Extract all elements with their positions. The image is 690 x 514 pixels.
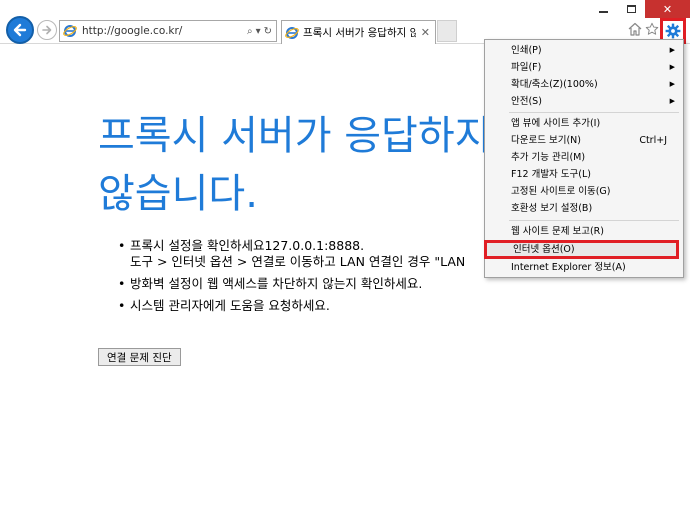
submenu-arrow-icon: ▶ xyxy=(669,63,675,71)
search-icon[interactable]: ⌕ xyxy=(247,26,253,37)
menu-item-compat-view[interactable]: 호환성 보기 설정(B) xyxy=(485,200,683,217)
menu-item-label: 파일(F) xyxy=(511,62,542,73)
favorites-star-icon[interactable] xyxy=(645,21,659,37)
menu-item-manage-addons[interactable]: 추가 기능 관리(M) xyxy=(485,149,683,166)
menu-item-label: 앱 뷰에 사이트 추가(I) xyxy=(511,118,601,129)
menu-item-about-ie[interactable]: Internet Explorer 정보(A) xyxy=(485,259,683,276)
submenu-arrow-icon: ▶ xyxy=(669,97,675,105)
menu-item-safety[interactable]: 안전(S) ▶ xyxy=(485,93,683,110)
menu-item-pinned-sites[interactable]: 고정된 사이트로 이동(G) xyxy=(485,183,683,200)
menu-item-internet-options[interactable]: 인터넷 옵션(O) xyxy=(484,240,679,259)
maximize-icon xyxy=(626,5,636,13)
menu-item-file[interactable]: 파일(F) ▶ xyxy=(485,59,683,76)
menu-item-label: 다운로드 보기(N) xyxy=(511,135,581,146)
menu-item-view-downloads[interactable]: 다운로드 보기(N) Ctrl+J xyxy=(485,132,683,149)
address-dropdown-icon[interactable]: ▾ xyxy=(256,26,261,37)
address-input[interactable]: http://google.co.kr/ xyxy=(82,25,247,37)
menu-item-print[interactable]: 인쇄(P) ▶ xyxy=(485,42,683,59)
tab-proxy-error[interactable]: 프록시 서버가 응답하지 않... ✕ xyxy=(281,20,436,44)
list-item-text: 시스템 관리자에게 도움을 요청하세요. xyxy=(130,298,330,313)
list-item: 방화벽 설정이 웹 액세스를 차단하지 않는지 확인하세요. xyxy=(118,276,638,292)
minimize-icon xyxy=(598,10,608,13)
menu-item-label: 인터넷 옵션(O) xyxy=(513,244,575,255)
menu-item-label: 호환성 보기 설정(B) xyxy=(511,203,593,214)
tab-title: 프록시 서버가 응답하지 않... xyxy=(303,27,416,39)
forward-button[interactable] xyxy=(37,20,57,40)
navigation-bar: http://google.co.kr/ ⌕ ▾ ↻ 프록시 서버가 응답하지 … xyxy=(0,0,690,44)
list-item: 시스템 관리자에게 도움을 요청하세요. xyxy=(118,298,638,314)
menu-item-label: F12 개발자 도구(L) xyxy=(511,169,591,180)
tab-close-icon[interactable]: ✕ xyxy=(421,26,430,39)
menu-separator xyxy=(509,220,679,221)
menu-item-label: 추가 기능 관리(M) xyxy=(511,152,586,163)
gear-icon xyxy=(665,23,681,39)
menu-item-shortcut: Ctrl+J xyxy=(639,135,667,146)
menu-item-report-problem[interactable]: 웹 사이트 문제 보고(R) xyxy=(485,223,683,240)
menu-item-label: 고정된 사이트로 이동(G) xyxy=(511,186,611,197)
menu-item-label: 확대/축소(Z)(100%) xyxy=(511,79,598,90)
ie-page-icon xyxy=(63,25,77,37)
menu-item-dev-tools[interactable]: F12 개발자 도구(L) xyxy=(485,166,683,183)
menu-separator xyxy=(509,112,679,113)
minimize-button[interactable] xyxy=(589,0,617,18)
submenu-arrow-icon: ▶ xyxy=(669,46,675,54)
home-icon[interactable] xyxy=(627,21,643,37)
submenu-arrow-icon: ▶ xyxy=(669,80,675,88)
new-tab-button[interactable] xyxy=(437,20,457,42)
menu-item-label: 웹 사이트 문제 보고(R) xyxy=(511,226,604,237)
menu-item-add-to-apps[interactable]: 앱 뷰에 사이트 추가(I) xyxy=(485,115,683,132)
menu-item-zoom[interactable]: 확대/축소(Z)(100%) ▶ xyxy=(485,76,683,93)
close-icon: ✕ xyxy=(662,2,673,16)
address-bar[interactable]: http://google.co.kr/ ⌕ ▾ ↻ xyxy=(59,20,277,42)
ie-tab-icon xyxy=(285,26,299,39)
menu-item-label: 인쇄(P) xyxy=(511,45,542,56)
refresh-icon[interactable]: ↻ xyxy=(264,26,272,37)
maximize-button[interactable] xyxy=(617,0,645,18)
page-title: 프록시 서버가 응답하지 않습니다. xyxy=(98,113,492,217)
list-item-text: 방화벽 설정이 웹 액세스를 차단하지 않는지 확인하세요. xyxy=(130,276,423,291)
menu-item-label: 안전(S) xyxy=(511,96,542,107)
tools-menu: 인쇄(P) ▶ 파일(F) ▶ 확대/축소(Z)(100%) ▶ 안전(S) ▶ 앱 뷰… xyxy=(484,39,684,278)
forward-arrow-icon xyxy=(42,25,52,35)
back-arrow-icon xyxy=(13,23,27,37)
back-button[interactable] xyxy=(6,16,34,44)
menu-item-label: Internet Explorer 정보(A) xyxy=(511,262,626,273)
close-window-button[interactable]: ✕ xyxy=(645,0,690,18)
diagnose-connection-button[interactable]: 연결 문제 진단 xyxy=(98,348,181,366)
